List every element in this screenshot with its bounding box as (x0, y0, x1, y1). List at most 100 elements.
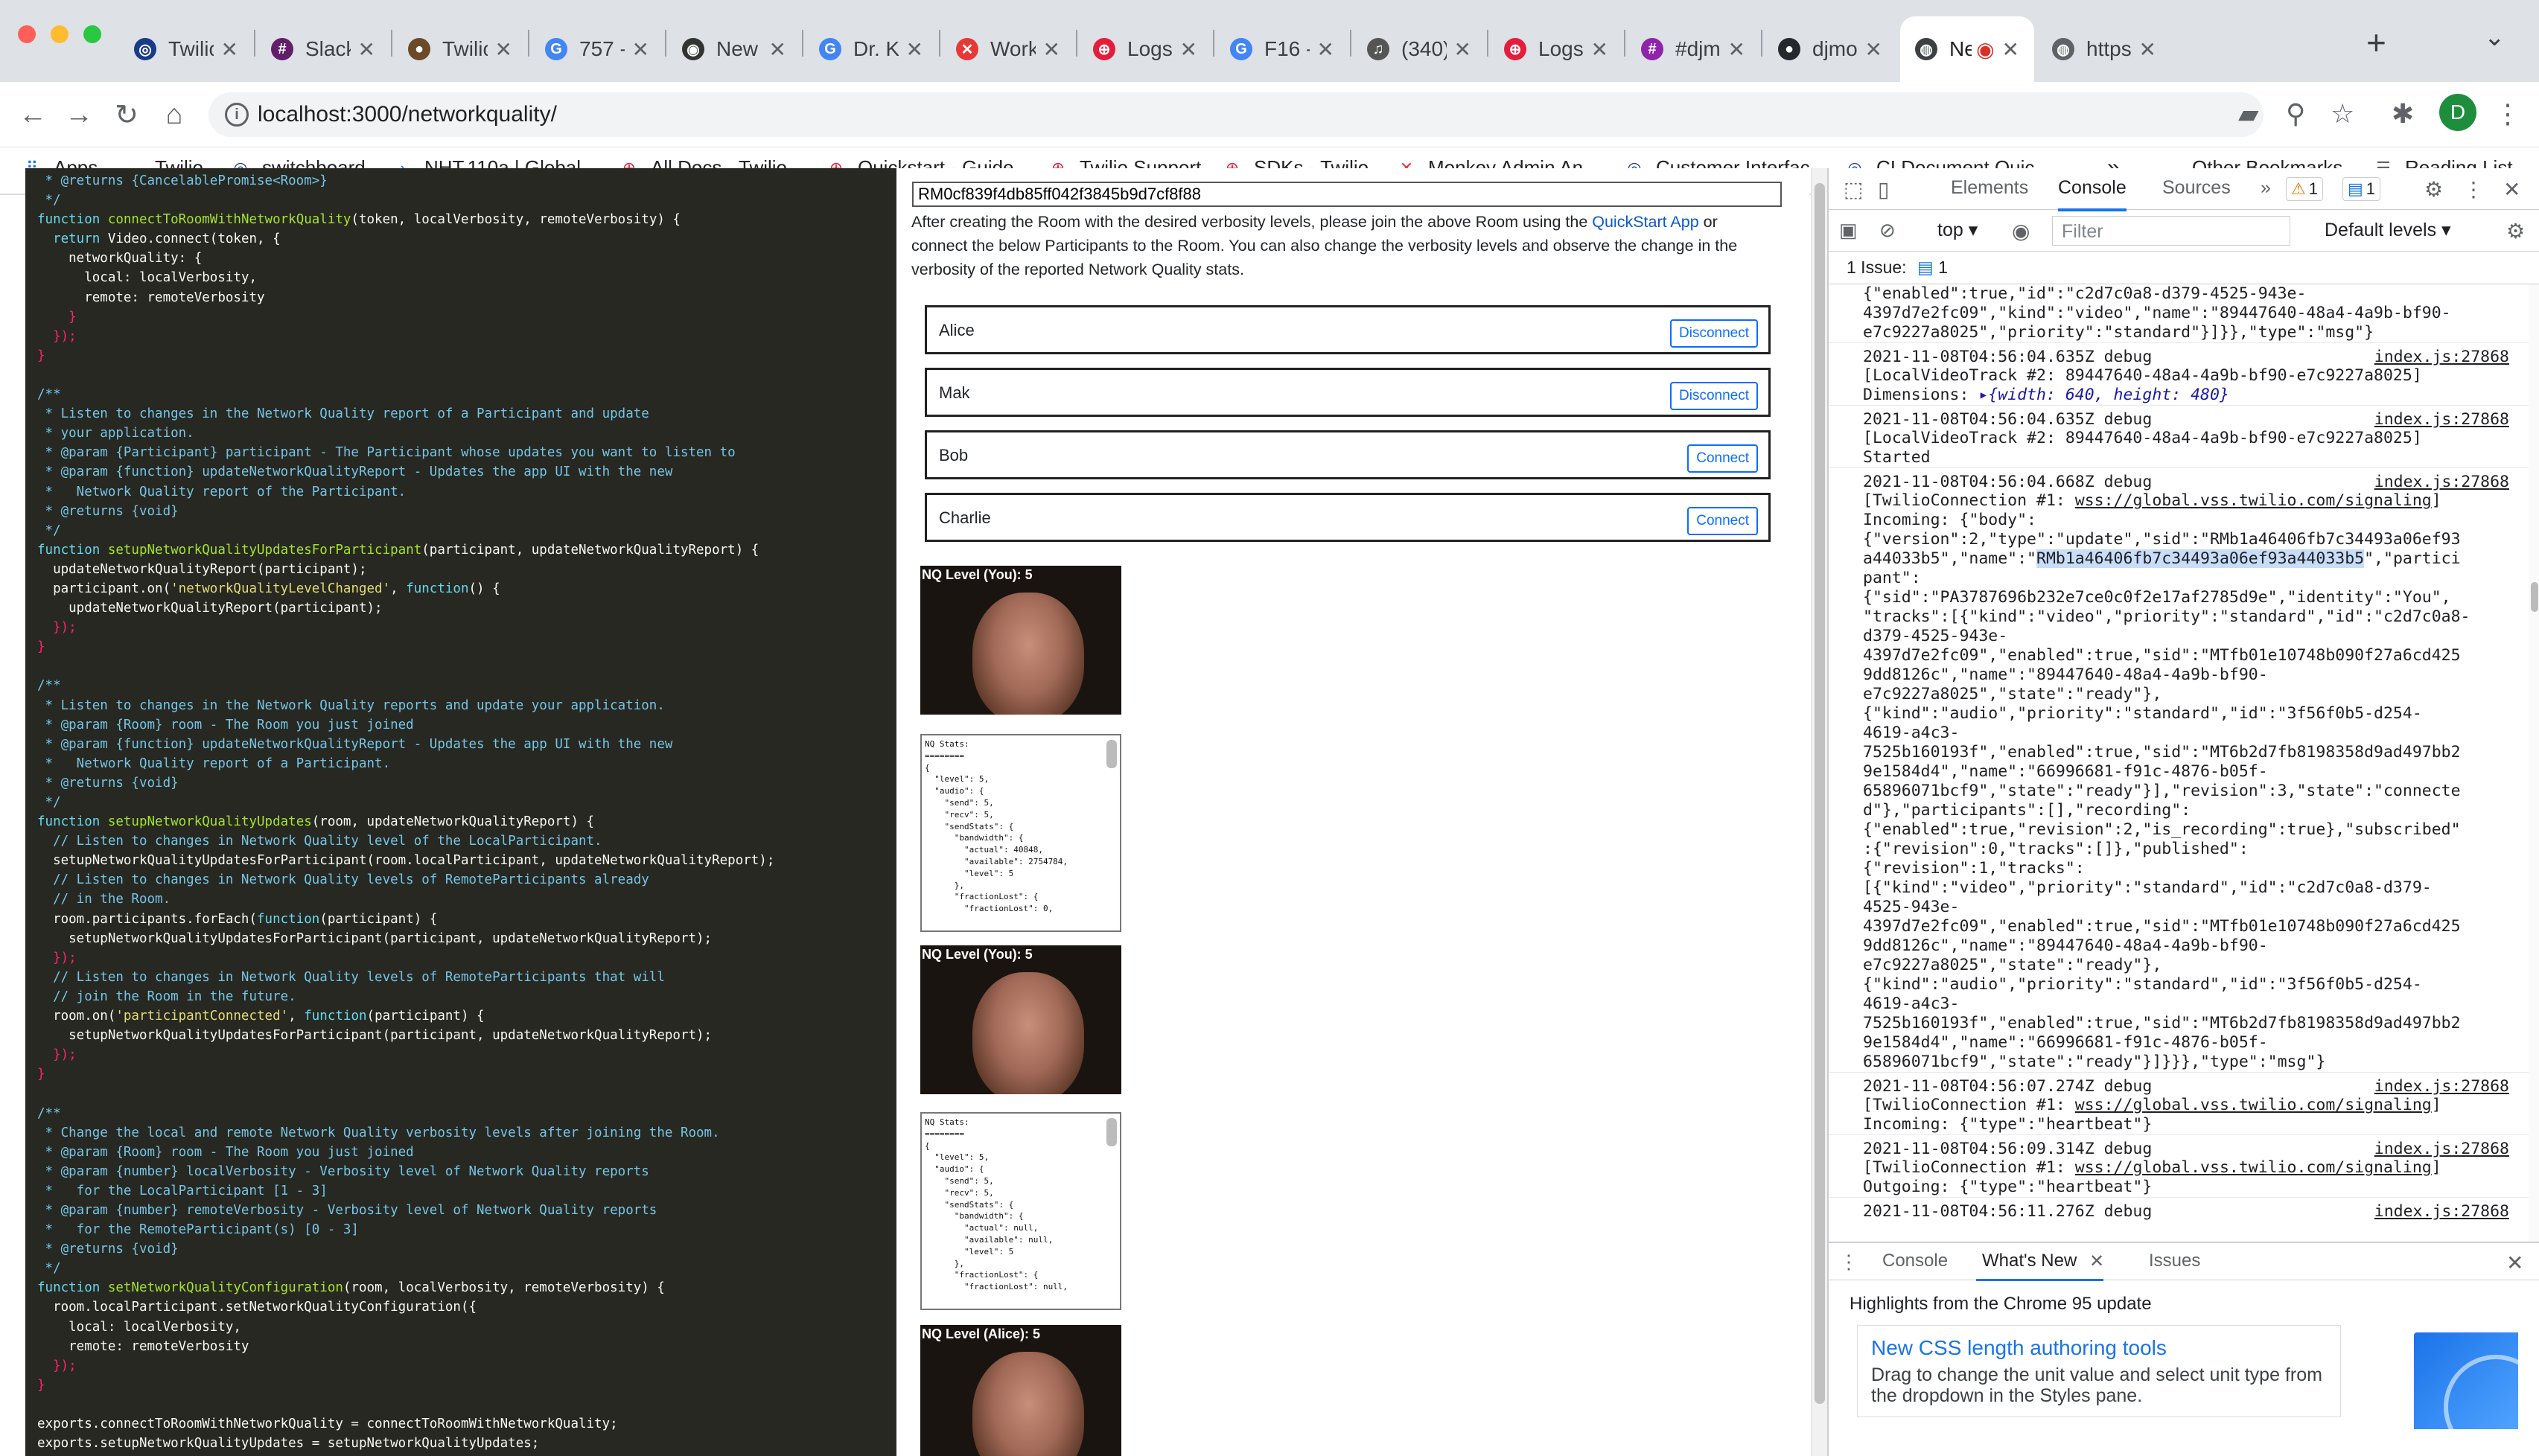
close-tab-icon[interactable]: ✕ (1454, 37, 1471, 62)
forward-button[interactable]: → (60, 95, 98, 134)
close-tab-icon[interactable]: ✕ (1728, 37, 1745, 62)
back-button[interactable]: ← (13, 95, 52, 134)
close-tab-icon[interactable]: ✕ (1317, 37, 1334, 62)
browser-tab[interactable]: G F16 - (✕ (1215, 16, 1349, 82)
site-info-icon[interactable]: i (225, 103, 249, 127)
issues-bar[interactable]: 1 Issue: ▤ 1 (1829, 252, 2539, 284)
room-sid-field[interactable]: RM0cf839f4db85ff042f3845b9d7cf8f88 (912, 182, 1782, 207)
close-tab-icon[interactable]: ✕ (358, 37, 375, 62)
expandable-object[interactable]: ▸{width: 640, height: 480} (1978, 386, 2229, 404)
whats-new-card-title[interactable]: New CSS length authoring tools (1871, 1336, 2327, 1360)
address-bar[interactable]: i localhost:3000/networkquality/ (208, 92, 2264, 137)
tab-sources[interactable]: Sources (2162, 177, 2231, 199)
console-scrollbar[interactable] (2529, 284, 2539, 1242)
page-scrollbar[interactable] (1811, 168, 1827, 1456)
context-label: top (1937, 220, 1963, 240)
source-link[interactable]: index.js:27868 (2374, 410, 2509, 430)
close-tab-icon[interactable]: ✕ (769, 37, 786, 62)
quickstart-link[interactable]: QuickStart App (1592, 213, 1698, 231)
log-levels-dropdown[interactable]: Default levels ▾ (2325, 219, 2451, 241)
console-filter-input[interactable]: Filter (2052, 216, 2290, 246)
device-toolbar-icon[interactable]: ▯ (1878, 177, 1889, 202)
browser-tab[interactable]: ◉ New T ✕ (667, 16, 801, 82)
close-tab-icon[interactable]: ✕ (2139, 37, 2156, 62)
home-button[interactable]: ⌂ (155, 95, 194, 134)
browser-tab[interactable]: # #djmo ✕ (1626, 16, 1760, 82)
source-link[interactable]: index.js:27868 (2374, 1077, 2509, 1096)
extensions-icon[interactable]: ✱ (2392, 98, 2414, 130)
close-tab-icon[interactable]: ✕ (632, 37, 649, 62)
devtools-menu-icon[interactable]: ⋮ (2463, 177, 2484, 202)
browser-tab[interactable]: ● Twilio ✕ (393, 16, 527, 82)
minimize-window-button[interactable] (51, 25, 69, 43)
source-link[interactable]: index.js:27868 (2374, 348, 2509, 367)
warnings-badge[interactable]: ⚠ 1 (2286, 177, 2323, 201)
live-expression-eye-icon[interactable]: ◉ (2012, 219, 2030, 243)
source-link[interactable]: index.js:27868 (2374, 1202, 2509, 1222)
new-tab-button[interactable]: + (2366, 22, 2386, 63)
connect-button[interactable]: Connect (1687, 507, 1758, 535)
console-settings-icon[interactable]: ⚙ (2506, 219, 2525, 243)
disconnect-button[interactable]: Disconnect (1670, 319, 1758, 348)
disconnect-button[interactable]: Disconnect (1670, 382, 1758, 410)
nq-stats-box[interactable]: NQ Stats: ========{ "level": 5, "audio": … (920, 1112, 1121, 1310)
browser-tab[interactable]: G Dr. Ka ✕ (804, 16, 938, 82)
settings-gear-icon[interactable]: ⚙ (2424, 177, 2443, 202)
browser-tab[interactable]: ✕ Work t ✕ (941, 16, 1075, 82)
drawer-tab-console[interactable]: Console (1882, 1251, 1948, 1271)
reload-button[interactable]: ↻ (107, 95, 146, 134)
zoom-icon[interactable]: ⚲ (2286, 98, 2305, 130)
source-link[interactable]: index.js:27868 (2374, 473, 2509, 492)
code-line: } (37, 639, 45, 655)
camera-blocked-icon[interactable]: ▰ (2238, 98, 2259, 130)
messages-badge[interactable]: ▤ 1 (2342, 177, 2381, 201)
whats-new-card[interactable]: New CSS length authoring tools Drag to c… (1857, 1325, 2341, 1417)
signaling-link[interactable]: wss://global.vss.twilio.com/signaling (2075, 1158, 2432, 1177)
browser-tab[interactable]: # Slack ✕ (256, 16, 390, 82)
close-tab-icon[interactable]: ✕ (1865, 37, 1882, 62)
browser-tab[interactable]: ◍ Ne ◉ ✕ (1900, 16, 2034, 82)
clear-console-icon[interactable]: ⊘ (1879, 219, 1896, 242)
close-drawer-icon[interactable]: ✕ (2506, 1251, 2523, 1275)
close-whats-new-icon[interactable]: ✕ (2089, 1251, 2104, 1272)
close-tab-icon[interactable]: ✕ (495, 37, 512, 62)
drawer-menu-icon[interactable]: ⋮ (1839, 1251, 1858, 1274)
menu-kebab-icon[interactable]: ⋮ (2494, 98, 2521, 130)
inspect-element-icon[interactable]: ⬚ (1844, 177, 1863, 202)
close-tab-icon[interactable]: ✕ (221, 37, 238, 62)
connect-button[interactable]: Connect (1687, 444, 1758, 473)
source-link[interactable]: index.js:27868 (2374, 1140, 2509, 1159)
drawer-tab-issues[interactable]: Issues (2149, 1251, 2200, 1271)
close-tab-icon[interactable]: ✕ (1043, 37, 1060, 62)
browser-tab[interactable]: ◎ Twilio ✕ (119, 16, 253, 82)
browser-tab[interactable]: ⊕ Logs / ✕ (1489, 16, 1623, 82)
sidebar-toggle-icon[interactable]: ▣ (1839, 219, 1858, 242)
close-devtools-icon[interactable]: ✕ (2503, 177, 2520, 202)
close-tab-icon[interactable]: ✕ (2002, 37, 2019, 62)
maximize-window-button[interactable] (83, 25, 101, 43)
browser-tab[interactable]: ⊕ Logs / ✕ (1078, 16, 1212, 82)
more-tabs-button[interactable]: » (2261, 177, 2271, 199)
console-line: 9e1584d4","name":"66996681-f91c-4876-b05… (1863, 1033, 2268, 1052)
browser-tab[interactable]: ♫ (340) ✕ (1352, 16, 1486, 82)
browser-tab[interactable]: ◍ https: ✕ (2037, 16, 2171, 82)
console-line: [TwilioConnection #1: wss://global.vss.t… (1863, 1158, 2441, 1177)
close-window-button[interactable] (18, 25, 36, 43)
tab-console[interactable]: Console (2058, 177, 2127, 211)
profile-avatar[interactable]: D (2439, 94, 2476, 131)
bookmark-star-icon[interactable]: ☆ (2331, 98, 2354, 130)
browser-tab[interactable]: G 757 - (✕ (530, 16, 664, 82)
stats-scrollbar[interactable] (1106, 1118, 1117, 1146)
tab-elements[interactable]: Elements (1951, 177, 2028, 199)
signaling-link[interactable]: wss://global.vss.twilio.com/signaling (2075, 491, 2432, 510)
drawer-tab-whats-new[interactable]: What's New (1975, 1251, 2104, 1281)
context-selector[interactable]: top ▾ (1937, 219, 1978, 241)
stats-scrollbar[interactable] (1106, 740, 1117, 768)
nq-stats-box[interactable]: NQ Stats: ========{ "level": 5, "audio": … (920, 734, 1121, 932)
close-tab-icon[interactable]: ✕ (1180, 37, 1197, 62)
close-tab-icon[interactable]: ✕ (1591, 37, 1608, 62)
signaling-link[interactable]: wss://global.vss.twilio.com/signaling (2075, 1096, 2432, 1114)
browser-tab[interactable]: ● djmoll ✕ (1763, 16, 1897, 82)
tab-search-icon[interactable]: ⌄ (2484, 22, 2505, 52)
close-tab-icon[interactable]: ✕ (906, 37, 923, 62)
